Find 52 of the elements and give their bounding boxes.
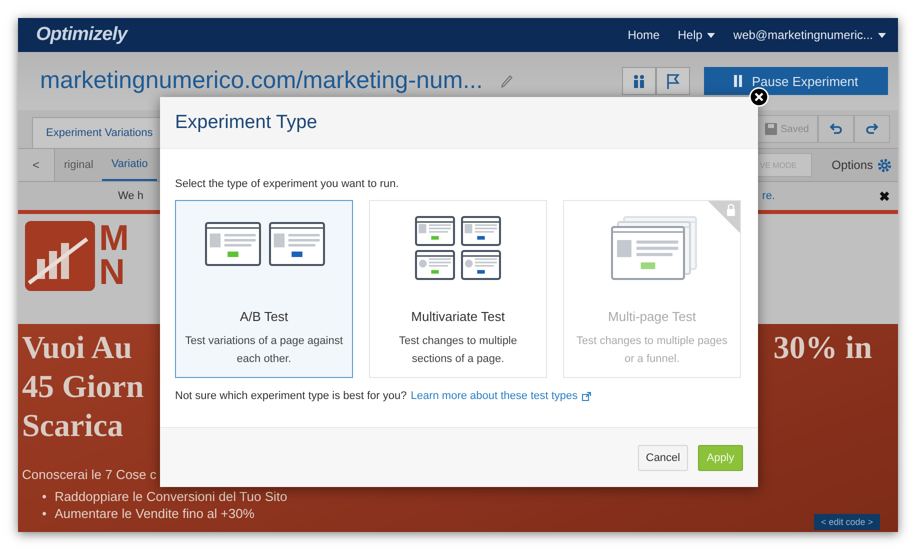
options-label[interactable]: Options	[832, 158, 873, 172]
experiment-type-card[interactable]: A/B Test Test variations of a page against each other.	[175, 200, 353, 378]
logo[interactable]: Optimizely	[36, 24, 128, 46]
logo-letter: M	[99, 221, 129, 255]
lock-icon	[708, 201, 740, 233]
nav-link[interactable]: Help	[678, 28, 716, 42]
bullet-marker: •	[42, 488, 47, 505]
headline-text: Scarica	[22, 406, 124, 445]
card-title: Multivariate Test	[411, 309, 505, 324]
notice-link[interactable]: re.	[762, 190, 775, 202]
undo-icon	[829, 122, 843, 136]
card-description: Test variations of a page against each other.	[184, 334, 344, 367]
headline-text: 30% in	[773, 328, 872, 367]
chart-logo-icon	[25, 221, 95, 291]
dialog-title: Experiment Type	[175, 112, 318, 134]
goals-button[interactable]	[656, 67, 690, 95]
close-icon[interactable]	[749, 87, 769, 107]
card-title: Multi-page Test	[608, 309, 696, 324]
logo-letter: N	[99, 255, 126, 289]
settings-icon[interactable]	[877, 158, 892, 172]
pause-icon	[734, 75, 742, 87]
people-icon	[631, 73, 647, 89]
headline-text: Vuoi Au	[22, 328, 132, 367]
bullet-item: Aumentare le Vendite fino al +30%	[54, 505, 254, 522]
experiment-title: marketingnumerico.com/marketing-num...	[40, 67, 483, 95]
notice-text: We h	[118, 190, 144, 202]
pause-experiment-button[interactable]: Pause Experiment	[704, 67, 888, 95]
pencil-icon[interactable]	[500, 74, 513, 88]
close-icon[interactable]: ✖	[879, 188, 890, 204]
external-link-icon	[582, 392, 591, 400]
help-text: Not sure which experiment type is best for you?	[175, 390, 407, 402]
edit-code-button[interactable]: < edit code >	[814, 514, 880, 530]
bullet-item: Raddoppiare le Conversioni del Tuo Sito	[54, 488, 288, 505]
card-title: A/B Test	[240, 309, 288, 324]
nav-link[interactable]: web@marketingnumeric...	[733, 28, 886, 42]
instruction-text: Select the type of experiment you want to run.	[175, 178, 400, 190]
intro-text: Conoscerai le 7 Cose c	[22, 467, 158, 482]
learn-more-link[interactable]: Learn more about these test types	[410, 390, 578, 402]
card-description: Test changes to multiple sections of a page.	[398, 334, 518, 367]
headline-text: 45 Giorn	[22, 367, 144, 406]
variation-tab[interactable]: riginal	[55, 149, 102, 181]
bullet-marker: •	[42, 505, 47, 522]
redo-icon	[865, 122, 879, 136]
audience-button[interactable]	[622, 67, 656, 95]
cancel-button[interactable]: Cancel	[638, 444, 688, 470]
undo-button[interactable]	[818, 115, 854, 143]
card-description: Test changes to multiple pages or a funnel.	[575, 334, 729, 367]
experiment-type-card[interactable]: Multivariate Test Test changes to multiple sections of a page.	[369, 200, 547, 378]
redo-button[interactable]	[854, 115, 890, 143]
nav-link[interactable]: Home	[628, 28, 660, 42]
flag-icon	[665, 73, 681, 89]
previous-button[interactable]: <	[18, 149, 55, 181]
